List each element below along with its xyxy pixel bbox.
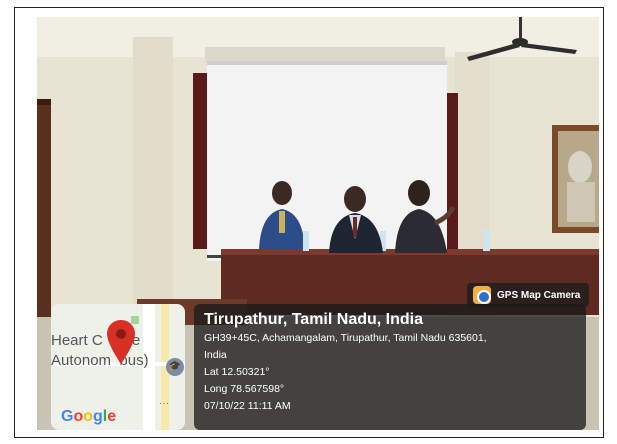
event-photo: GPS Map Camera Heart C ege Autonom bus) … bbox=[37, 17, 599, 430]
location-info-panel: Tirupathur, Tamil Nadu, India GH39+45C, … bbox=[194, 304, 586, 430]
gps-camera-label: GPS Map Camera bbox=[497, 289, 581, 301]
location-address: GH39+45C, Achamangalam, Tirupathur, Tami… bbox=[204, 332, 487, 344]
location-longitude: Long 78.567598° bbox=[204, 383, 285, 395]
photo-frame: GPS Map Camera Heart C ege Autonom bus) … bbox=[14, 7, 604, 438]
location-map-thumbnail: Heart C ege Autonom bus) 🎓 ··· Google bbox=[51, 304, 185, 430]
map-dots: ··· bbox=[159, 398, 169, 409]
location-country: India bbox=[204, 349, 227, 361]
map-pin-icon bbox=[107, 320, 135, 364]
google-logo: Google bbox=[61, 408, 117, 425]
location-datetime: 07/10/22 11:11 AM bbox=[204, 400, 291, 412]
camera-app-icon bbox=[473, 286, 491, 304]
location-title: Tirupathur, Tamil Nadu, India bbox=[204, 311, 423, 328]
water-bottle bbox=[483, 229, 490, 251]
water-bottle bbox=[303, 231, 309, 251]
education-place-icon: 🎓 bbox=[166, 358, 184, 376]
left-door bbox=[37, 99, 51, 319]
location-latitude: Lat 12.50321° bbox=[204, 366, 270, 378]
